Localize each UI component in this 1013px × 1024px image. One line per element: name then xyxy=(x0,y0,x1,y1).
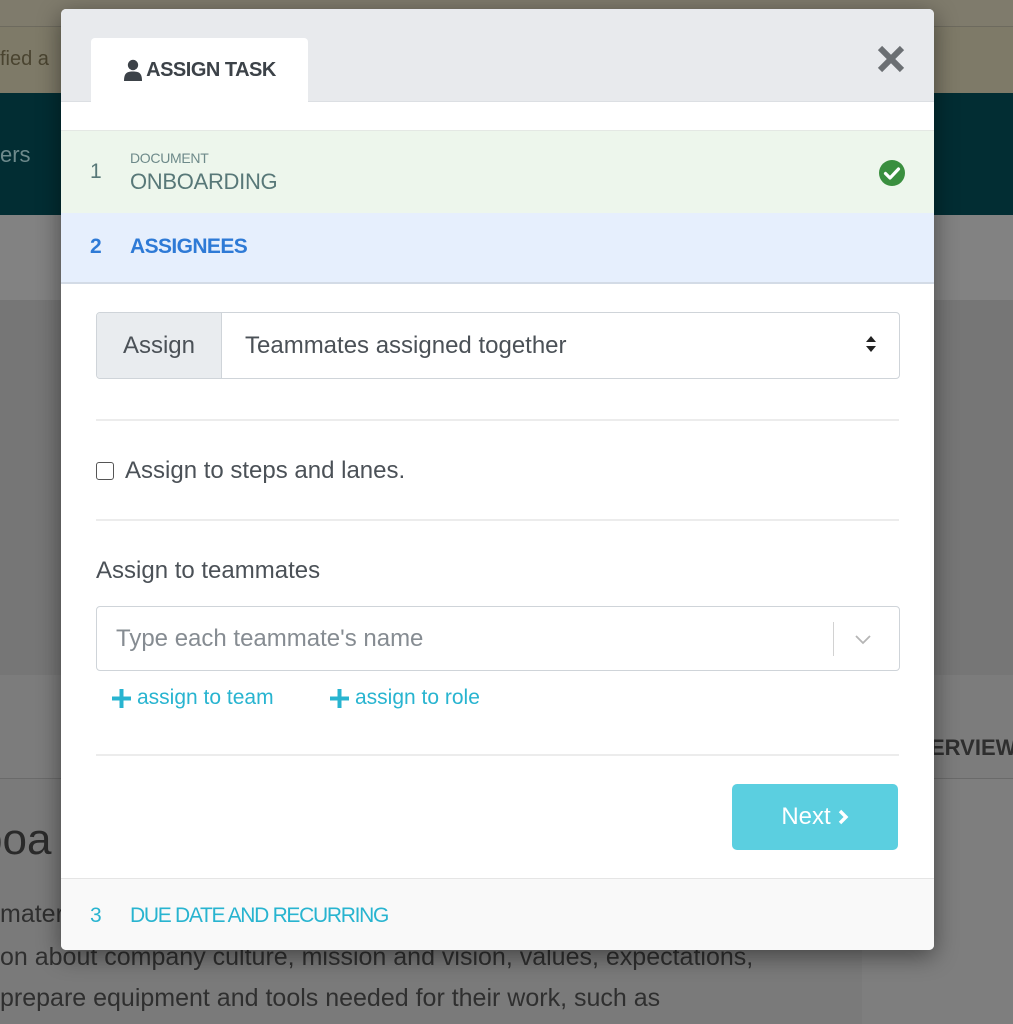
next-button-label: Next xyxy=(781,803,831,830)
assign-steps-lanes-label[interactable]: Assign to steps and lanes. xyxy=(125,457,405,485)
chevron-down-icon[interactable] xyxy=(853,629,873,649)
tab-assign-task-label: ASSIGN TASK xyxy=(146,58,276,81)
assign-steps-lanes-checkbox[interactable] xyxy=(96,462,114,480)
chevron-right-icon xyxy=(838,809,849,825)
background-nav-item: ers xyxy=(0,142,31,167)
plus-icon xyxy=(330,688,349,708)
close-button[interactable] xyxy=(871,39,911,79)
user-icon xyxy=(124,59,143,81)
step-label: ASSIGNEES xyxy=(130,235,248,258)
step-caption: DOCUMENT xyxy=(130,150,209,166)
divider xyxy=(96,754,899,756)
step-number: 3 xyxy=(90,904,102,927)
background-alert-text: fied a xyxy=(0,48,49,70)
background-paragraph-line: mater xyxy=(0,900,64,928)
modal-header: ASSIGN TASK xyxy=(61,9,934,102)
next-button[interactable]: Next xyxy=(732,784,898,850)
step-number: 1 xyxy=(90,160,102,183)
assign-to-team-link[interactable]: assign to team xyxy=(111,686,274,710)
step-assignees[interactable]: 2 ASSIGNEES xyxy=(61,213,934,284)
background-paragraph-line: prepare equipment and tools needed for t… xyxy=(0,984,661,1012)
tab-assign-task[interactable]: ASSIGN TASK xyxy=(91,38,308,102)
assign-to-team-label: assign to team xyxy=(137,686,274,709)
close-icon xyxy=(877,45,905,73)
assign-addon-label: Assign xyxy=(97,313,222,378)
assign-task-modal: ASSIGN TASK 1 DOCUMENT ONBOARDING 2 ASSI… xyxy=(61,9,934,950)
step-label: ONBOARDING xyxy=(130,169,278,194)
select-caret-icon xyxy=(866,336,876,352)
step-document[interactable]: 1 DOCUMENT ONBOARDING xyxy=(61,130,934,214)
divider xyxy=(96,519,899,521)
assign-to-role-link[interactable]: assign to role xyxy=(329,686,480,710)
step-number: 2 xyxy=(90,235,102,258)
teammate-input-placeholder: Type each teammate's name xyxy=(116,625,424,652)
check-circle-icon xyxy=(879,160,905,186)
plus-icon xyxy=(112,688,131,708)
background-heading: boa xyxy=(0,815,52,864)
step-label: DUE DATE AND RECURRING xyxy=(130,904,389,927)
assign-teammates-label: Assign to teammates xyxy=(96,557,321,584)
assign-mode-group: Assign Teammates assigned together xyxy=(96,312,900,379)
assign-mode-value: Teammates assigned together xyxy=(245,331,567,359)
input-separator xyxy=(833,622,834,656)
background-overview-tab: ERVIEW xyxy=(930,735,1013,760)
teammate-search-input[interactable]: Type each teammate's name xyxy=(96,606,900,671)
assign-mode-select[interactable]: Teammates assigned together xyxy=(222,313,899,378)
assign-to-role-label: assign to role xyxy=(355,686,480,709)
divider xyxy=(96,419,899,421)
step-due-date[interactable]: 3 DUE DATE AND RECURRING xyxy=(61,878,934,950)
assign-steps-lanes-checkbox-row: Assign to steps and lanes. xyxy=(96,457,405,485)
